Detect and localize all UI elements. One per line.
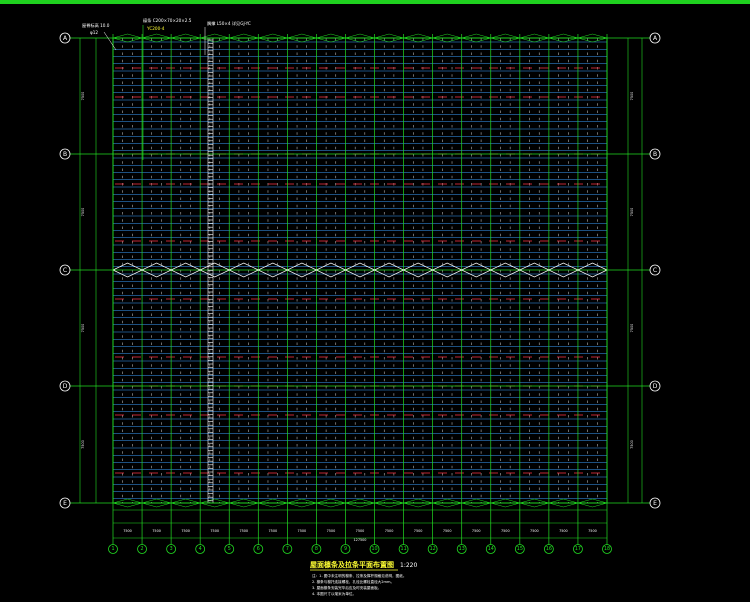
bottom-dim-text: 7500 <box>588 529 597 533</box>
right-dim-text: 7500 <box>630 324 634 333</box>
column-axis-label: 2 <box>141 546 144 552</box>
column-axis-label: 10 <box>371 546 377 552</box>
column-axis-label: 18 <box>604 546 610 552</box>
column-axis-label: 13 <box>459 546 465 552</box>
column-axis-label: 1 <box>111 546 114 552</box>
left-dim-text: 7500 <box>81 208 85 217</box>
callout-text: YC200-4 <box>146 26 165 31</box>
column-axis-label: 5 <box>228 546 231 552</box>
bottom-dim-text: 7500 <box>356 529 365 533</box>
eave-brace-zigzag <box>112 33 608 39</box>
left-dim-text: 7500 <box>81 440 85 449</box>
bottom-dim-text: 7500 <box>298 529 307 533</box>
column-axis-label: 12 <box>430 546 436 552</box>
column-axis-label: 4 <box>199 546 202 552</box>
left-dim-text: 7500 <box>81 324 85 333</box>
eave-brace-zigzag <box>112 498 608 504</box>
row-axis-label: E <box>653 500 657 507</box>
drawing-note: 4. 本图尺寸以毫米为单位。 <box>312 591 356 596</box>
right-dim-text: 7500 <box>630 92 634 101</box>
bottom-dim-text: 7500 <box>414 529 423 533</box>
dimension-lines <box>79 38 643 539</box>
roof-purlin-plan: 7500 7500 7500 7500 7500 7500 7500 7500 7500 7500… <box>59 17 661 596</box>
bottom-dim-text: 7500 <box>210 529 219 533</box>
bottom-dim-text: 7500 <box>327 529 336 533</box>
bottom-total-dim-text: 127500 <box>354 538 367 542</box>
ridge-brace-zigzag <box>112 269 608 278</box>
row-axis-label: D <box>653 383 658 390</box>
column-axis-label: 6 <box>257 546 260 552</box>
drawing-note: 3. 屋面檩条安装完毕后应及时安装屋面板。 <box>312 585 381 590</box>
drawing-scale: 1:220 <box>400 562 417 569</box>
bottom-dim-text: 7500 <box>269 529 278 533</box>
bottom-dim-text: 7500 <box>443 529 452 533</box>
cad-viewport[interactable]: 7500 7500 7500 7500 7500 7500 7500 7500 7500 7500… <box>0 0 750 602</box>
eave-brace-zigzag <box>112 37 608 43</box>
column-axis-label: 15 <box>517 546 523 552</box>
bottom-dim-text: 7500 <box>239 529 248 533</box>
bottom-dim-text: 7500 <box>559 529 568 533</box>
bottom-dim-text: 7500 <box>385 529 394 533</box>
row-axis-label: B <box>653 151 657 158</box>
row-axis-label: E <box>63 500 67 507</box>
column-axis-label: 3 <box>170 546 173 552</box>
callout-text: 檩条 C200×70×20×2.5 <box>143 17 192 24</box>
callout-text: 隅撑 L50×4 详见GJ-YC <box>207 20 251 27</box>
callout-leader <box>103 31 117 51</box>
bottom-dim-text: 7500 <box>181 529 190 533</box>
row-axis-label: B <box>63 151 67 158</box>
right-dim-text: 7500 <box>630 208 634 217</box>
row-axis-label: C <box>653 267 657 274</box>
column-axis-label: 9 <box>344 546 347 552</box>
left-dim-text: 7500 <box>81 92 85 101</box>
column-axis-lines <box>112 34 608 548</box>
column-axis-label: 17 <box>575 546 581 552</box>
eave-brace-zigzag <box>112 502 608 508</box>
column-axis-label: 11 <box>401 546 407 552</box>
bottom-dim-text: 7500 <box>152 529 161 533</box>
bottom-dim-text: 7500 <box>530 529 539 533</box>
column-axis-label: 8 <box>315 546 318 552</box>
row-axis-label: D <box>63 383 68 390</box>
bottom-dim-text: 7500 <box>123 529 132 533</box>
column-axis-label: 7 <box>286 546 289 552</box>
column-axis-label: 16 <box>546 546 552 552</box>
callout-text: φ12 <box>90 30 98 35</box>
bottom-dim-text: 7500 <box>472 529 481 533</box>
column-axis-label: 14 <box>488 546 494 552</box>
callout-text: 屋脊标高 10.0 <box>82 22 110 29</box>
right-dim-text: 7500 <box>630 440 634 449</box>
drawing-note: 注：1. 图中未注明的檩条、拉条及撑杆规格见说明，图纸。 <box>312 573 406 578</box>
drawing-note: 2. 檩条与檩托连接螺栓，孔径比螺栓直径大2mm。 <box>312 579 394 584</box>
drawing-title: 屋面檩条及拉条平面布置图 <box>310 560 394 569</box>
row-axis-label: C <box>63 267 67 274</box>
bottom-dim-text: 7500 <box>501 529 510 533</box>
